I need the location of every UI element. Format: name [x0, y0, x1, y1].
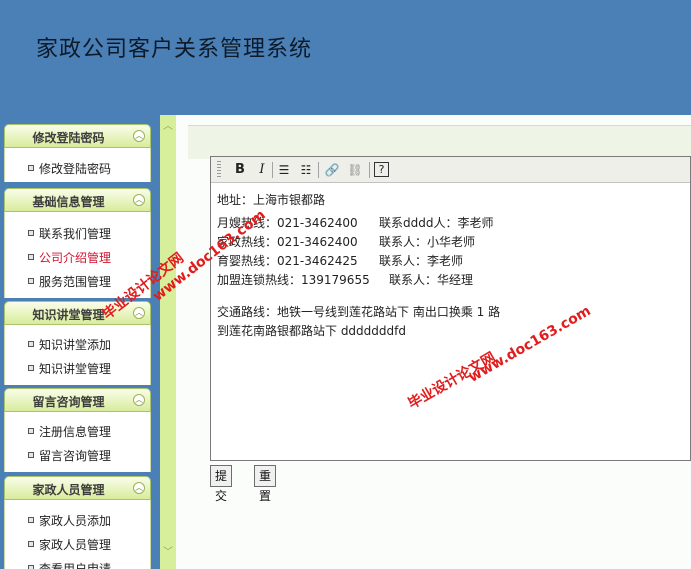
remove-link-icon[interactable]: ⛓ — [346, 161, 364, 179]
main-content: B I ☰ ☷ 🔗 ⛓ ? 地址：上海市银都路 月嫂热线：021-3462400… — [176, 115, 691, 569]
hotline-row: 月嫂热线：021-3462400 联系dddd人：李老师 — [217, 214, 690, 233]
hotline-contact: 联系人：李老师 — [379, 254, 464, 268]
chevron-up-icon[interactable]: ︿ — [133, 194, 145, 206]
toolbar-separator — [272, 162, 273, 178]
hotline-number: 育婴热线：021-3462425 — [217, 254, 358, 268]
sidebar-section-body: 知识讲堂添加 知识讲堂管理 — [4, 325, 151, 385]
bullet-icon — [28, 541, 34, 547]
bullet-icon — [28, 452, 34, 458]
chevron-up-icon[interactable]: ︿ — [133, 482, 145, 494]
submit-button[interactable]: 提交 — [210, 465, 233, 503]
reset-button[interactable]: 重置 — [254, 465, 277, 503]
sidebar-item-label: 联系我们管理 — [39, 227, 112, 241]
bold-icon[interactable]: B — [231, 161, 249, 179]
sidebar-item-staff-add[interactable]: 家政人员添加 — [5, 508, 150, 532]
sidebar-section-header[interactable]: 留言咨询管理 ︿ — [4, 388, 151, 412]
app-title: 家政公司客户关系管理系统 — [36, 37, 313, 62]
sidebar-item-label: 家政人员添加 — [39, 514, 112, 528]
sidebar-section-basic-info: 基础信息管理 ︿ 联系我们管理 公司介绍管理 服务范围管理 — [4, 188, 151, 298]
toolbar-separator — [369, 162, 370, 178]
toolbar-grip — [217, 161, 221, 179]
sidebar-item-company-intro[interactable]: 公司介绍管理 — [5, 245, 150, 269]
sidebar-section-knowledge: 知识讲堂管理 ︿ 知识讲堂添加 知识讲堂管理 — [4, 301, 151, 385]
sidebar-section-title: 修改登陆密码 — [32, 131, 105, 145]
scroll-up-icon[interactable]: ︿ — [163, 117, 173, 132]
bullet-icon — [28, 428, 34, 434]
sidebar-section-body: 家政人员添加 家政人员管理 查看用户申请 — [4, 500, 151, 569]
sidebar-item-label: 查看用户申请 — [39, 562, 112, 569]
sidebar-section-header[interactable]: 知识讲堂管理 ︿ — [4, 301, 151, 325]
chevron-up-icon[interactable]: ︿ — [133, 394, 145, 406]
hotline-contact: 联系人：华经理 — [389, 273, 474, 287]
sidebar-section-staff: 家政人员管理 ︿ 家政人员添加 家政人员管理 查看用户申请 — [4, 476, 151, 569]
help-icon[interactable]: ? — [374, 162, 389, 177]
sidebar-item-service-scope[interactable]: 服务范围管理 — [5, 269, 150, 293]
sidebar-section-title: 家政人员管理 — [32, 483, 105, 497]
traffic-line: 交通路线：地铁一号线到莲花路站下 南出口换乘 1 路 — [217, 305, 501, 319]
sidebar-section-header[interactable]: 修改登陆密码 ︿ — [4, 124, 151, 148]
hotline-contact: 联系人：小华老师 — [379, 235, 476, 249]
sidebar-item-contact-us[interactable]: 联系我们管理 — [5, 221, 150, 245]
sidebar-section-messages: 留言咨询管理 ︿ 注册信息管理 留言咨询管理 — [4, 388, 151, 472]
sidebar-section-header[interactable]: 基础信息管理 ︿ — [4, 188, 151, 212]
unordered-list-icon[interactable]: ☷ — [297, 161, 315, 179]
sidebar-section-title: 基础信息管理 — [32, 195, 105, 209]
sidebar-section-title: 知识讲堂管理 — [32, 308, 105, 322]
insert-link-icon[interactable]: 🔗 — [323, 161, 341, 179]
sidebar-item-staff-manage[interactable]: 家政人员管理 — [5, 532, 150, 556]
sidebar-item-label: 知识讲堂添加 — [39, 338, 112, 352]
sidebar-item-label: 知识讲堂管理 — [39, 362, 112, 376]
toolbar-separator — [318, 162, 319, 178]
sidebar-item-label: 留言咨询管理 — [39, 449, 112, 463]
bullet-icon — [28, 278, 34, 284]
bullet-icon — [28, 230, 34, 236]
sidebar-item-label: 公司介绍管理 — [39, 251, 112, 265]
bullet-icon — [28, 341, 34, 347]
bullet-icon — [28, 365, 34, 371]
sidebar: 修改登陆密码 ︿ 修改登陆密码 基础信息管理 ︿ 联系我们管理 公司介绍管理 服… — [0, 115, 160, 569]
sidebar-item-knowledge-add[interactable]: 知识讲堂添加 — [5, 332, 150, 356]
ordered-list-icon[interactable]: ☰ — [275, 161, 293, 179]
hotline-number: 家政热线：021-3462400 — [217, 235, 358, 249]
hotline-row: 加盟连锁热线：139179655 联系人：华经理 — [217, 271, 690, 290]
bullet-icon — [28, 165, 34, 171]
sidebar-item-user-applications[interactable]: 查看用户申请 — [5, 556, 150, 569]
sidebar-section-body: 注册信息管理 留言咨询管理 — [4, 412, 151, 472]
hotline-contact: 联系dddd人：李老师 — [379, 216, 494, 230]
sidebar-section-password: 修改登陆密码 ︿ 修改登陆密码 — [4, 124, 151, 182]
chevron-up-icon[interactable]: ︿ — [133, 307, 145, 319]
italic-icon[interactable]: I — [253, 161, 271, 179]
hotline-row: 育婴热线：021-3462425 联系人：李老师 — [217, 252, 690, 271]
sidebar-section-body: 联系我们管理 公司介绍管理 服务范围管理 — [4, 212, 151, 298]
scroll-down-icon[interactable]: ﹀ — [163, 543, 173, 558]
sidebar-item-registration[interactable]: 注册信息管理 — [5, 419, 150, 443]
sidebar-item-label: 家政人员管理 — [39, 538, 112, 552]
sidebar-item-label: 修改登陆密码 — [39, 162, 112, 176]
chevron-up-icon[interactable]: ︿ — [133, 130, 145, 142]
bullet-icon — [28, 254, 34, 260]
hotline-number: 加盟连锁热线：139179655 — [217, 273, 370, 287]
sidebar-section-body: 修改登陆密码 — [4, 148, 151, 182]
sidebar-item-change-password[interactable]: 修改登陆密码 — [5, 156, 150, 180]
bullet-icon — [28, 565, 34, 569]
editor-toolbar: B I ☰ ☷ 🔗 ⛓ ? — [211, 157, 690, 183]
sidebar-item-knowledge-manage[interactable]: 知识讲堂管理 — [5, 356, 150, 380]
sidebar-item-label: 注册信息管理 — [39, 425, 112, 439]
editor-content[interactable]: 地址：上海市银都路 月嫂热线：021-3462400 联系dddd人：李老师 家政… — [211, 184, 690, 460]
sidebar-item-consultation[interactable]: 留言咨询管理 — [5, 443, 150, 467]
rich-text-editor[interactable]: B I ☰ ☷ 🔗 ⛓ ? 地址：上海市银都路 月嫂热线：021-3462400… — [210, 156, 691, 461]
app-header: 家政公司客户关系管理系统 — [0, 0, 691, 115]
sidebar-scrollbar[interactable]: ︿ ﹀ — [160, 115, 176, 569]
address-line: 地址：上海市银都路 — [217, 193, 326, 207]
bullet-icon — [28, 517, 34, 523]
traffic-line: 到莲花南路银都路站下 dddddddfd — [217, 324, 406, 338]
sidebar-section-title: 留言咨询管理 — [32, 395, 105, 409]
content-top-bar — [188, 125, 691, 159]
hotline-row: 家政热线：021-3462400 联系人：小华老师 — [217, 233, 690, 252]
sidebar-item-label: 服务范围管理 — [39, 275, 112, 289]
hotline-number: 月嫂热线：021-3462400 — [217, 216, 358, 230]
sidebar-section-header[interactable]: 家政人员管理 ︿ — [4, 476, 151, 500]
